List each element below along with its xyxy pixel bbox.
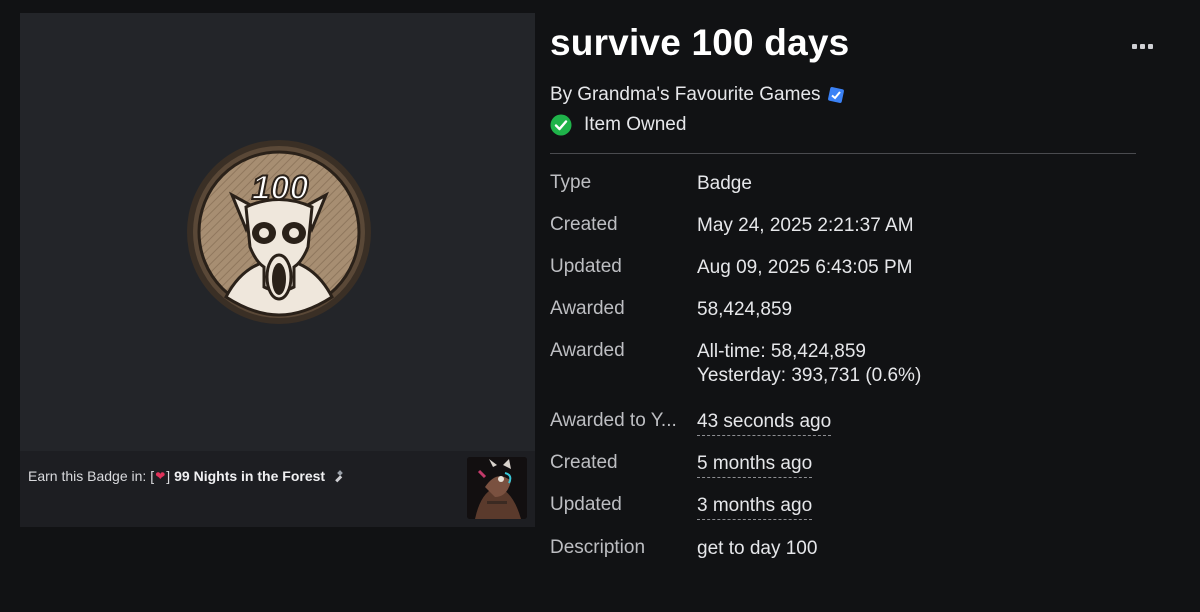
detail-label: Updated [550, 494, 622, 515]
detail-value: May 24, 2025 2:21:37 AM [697, 215, 914, 236]
badge-artwork: 100 [187, 140, 371, 324]
bracket-open: [ [150, 468, 155, 484]
badge-art-number: 100 [252, 169, 309, 207]
detail-label: Awarded [550, 298, 625, 319]
detail-value: Badge [697, 173, 752, 194]
earn-prefix: Earn this Badge in: [28, 468, 147, 484]
detail-label: Awarded [550, 340, 625, 361]
game-thumbnail[interactable] [467, 457, 527, 519]
divider [550, 153, 1136, 154]
creator-link[interactable]: Grandma's Favourite Games [577, 84, 820, 106]
owned-label: Item Owned [584, 114, 687, 135]
awarded-all-time: All-time: 58,424,859 [697, 341, 866, 362]
item-owned-status: Item Owned [550, 114, 686, 136]
detail-value: get to day 100 [697, 538, 818, 559]
detail-value[interactable]: 43 seconds ago [697, 410, 832, 436]
verified-badge-icon [827, 87, 844, 103]
detail-value: Aug 09, 2025 6:43:05 PM [697, 257, 913, 278]
detail-label: Awarded to Y... [550, 410, 677, 431]
more-options-icon[interactable] [1132, 40, 1160, 52]
detail-value[interactable]: 3 months ago [697, 494, 813, 520]
checkmark-circle-icon [550, 114, 572, 136]
earn-badge-text: Earn this Badge in: [ ❤ ] 99 Nights in t… [28, 468, 345, 484]
badge-image-panel: 100 Earn this Badge in: [ ❤ ] 99 Nights … [20, 13, 535, 527]
badge-title: survive 100 days [550, 22, 850, 63]
flashlight-icon [335, 470, 343, 483]
detail-value: 58,424,859 [697, 299, 793, 320]
detail-label: Updated [550, 256, 622, 277]
detail-value: All-time: 58,424,859 Yesterday: 393,731 … [697, 340, 921, 388]
earn-badge-bar: Earn this Badge in: [ ❤ ] 99 Nights in t… [20, 451, 535, 527]
bracket-close: ] [166, 468, 171, 484]
awarded-yesterday: Yesterday: 393,731 (0.6%) [697, 365, 922, 386]
creator-prefix: By [550, 84, 573, 105]
detail-label: Created [550, 452, 618, 473]
detail-value[interactable]: 5 months ago [697, 452, 813, 478]
detail-label: Description [550, 537, 646, 558]
game-link[interactable]: 99 Nights in the Forest [174, 468, 325, 484]
detail-label: Type [550, 172, 592, 193]
detail-label: Created [550, 214, 618, 235]
broken-heart-icon: ❤ [155, 469, 166, 483]
creator-line: By Grandma's Favourite Games [550, 84, 845, 106]
